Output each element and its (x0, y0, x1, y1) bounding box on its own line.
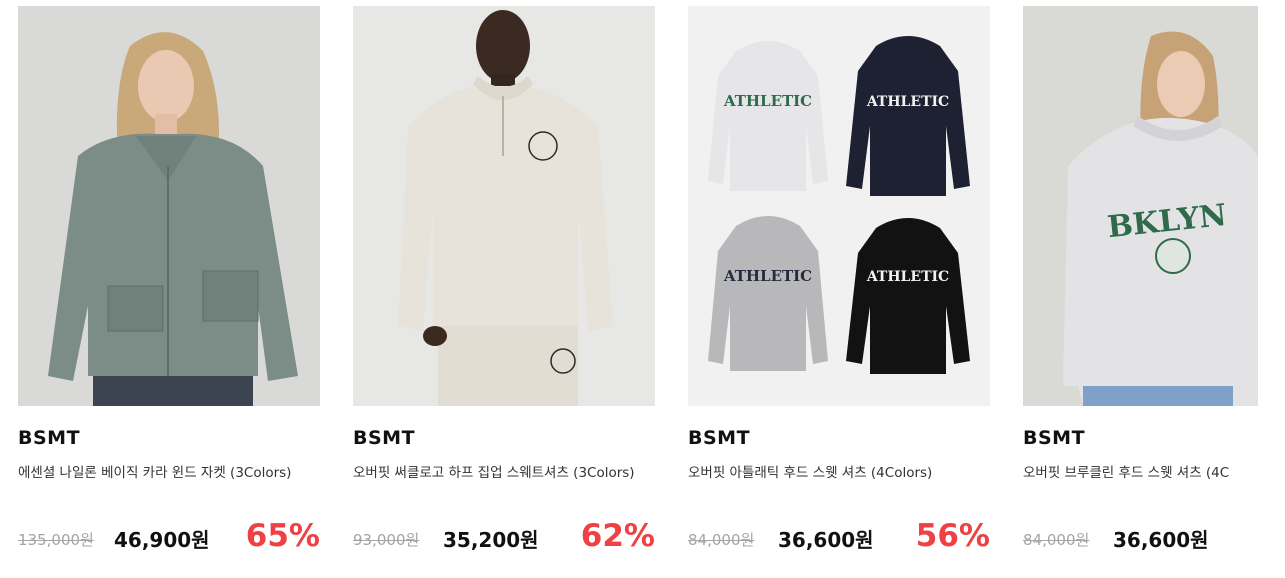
product-card[interactable]: BSMT 오버핏 써클로고 하프 집업 스웨트셔츠 (3Colors) 93,0… (353, 0, 655, 578)
print-text: ATHLETIC (866, 269, 949, 285)
discount-rate: 56% (915, 518, 990, 554)
original-price: 93,000원 (353, 531, 420, 549)
product-image[interactable] (353, 6, 655, 406)
sale-price: 35,200원 (443, 528, 539, 552)
discount-rate: 62% (580, 518, 655, 554)
product-card[interactable]: BKLYN BSMT 오버핏 브루클린 후드 스웻 셔츠 (4C 84,000원… (1023, 0, 1285, 578)
brand-name[interactable]: BSMT (1023, 427, 1085, 449)
price-row: 93,000원 35,200원 62% (353, 518, 655, 556)
product-image[interactable]: BKLYN (1023, 6, 1258, 406)
sale-price: 36,600원 (778, 528, 874, 552)
product-name[interactable]: 에센셜 나일론 베이직 카라 윈드 자켓 (3Colors) (18, 462, 320, 484)
original-price: 135,000원 (18, 531, 94, 549)
print-text: ATHLETIC (723, 267, 812, 285)
product-image[interactable]: ATHLETIC ATHLETIC ATHLETIC ATHLETIC (688, 6, 990, 406)
product-name[interactable]: 오버핏 브루클린 후드 스웻 셔츠 (4C (1023, 462, 1285, 484)
brand-name[interactable]: BSMT (688, 427, 750, 449)
brand-name[interactable]: BSMT (353, 427, 415, 449)
print-text: ATHLETIC (723, 92, 812, 110)
discount-rate: 65% (245, 518, 320, 554)
sale-price: 36,600원 (1113, 528, 1209, 552)
product-name[interactable]: 오버핏 써클로고 하프 집업 스웨트셔츠 (3Colors) (353, 462, 655, 484)
price-row: 135,000원 46,900원 65% (18, 518, 320, 556)
original-price: 84,000원 (688, 531, 755, 549)
product-card[interactable]: ATHLETIC ATHLETIC ATHLETIC ATHLETIC BSMT… (688, 0, 990, 578)
product-image[interactable] (18, 6, 320, 406)
sale-price: 46,900원 (114, 528, 210, 552)
print-text: ATHLETIC (866, 94, 949, 110)
price-row: 84,000원 36,600원 56% (688, 518, 990, 556)
price-row: 84,000원 36,600원 (1023, 520, 1285, 556)
original-price: 84,000원 (1023, 531, 1090, 549)
product-name[interactable]: 오버핏 아틀래틱 후드 스웻 셔츠 (4Colors) (688, 462, 990, 484)
product-card[interactable]: BSMT 에센셜 나일론 베이직 카라 윈드 자켓 (3Colors) 135,… (18, 0, 320, 578)
brand-name[interactable]: BSMT (18, 427, 80, 449)
